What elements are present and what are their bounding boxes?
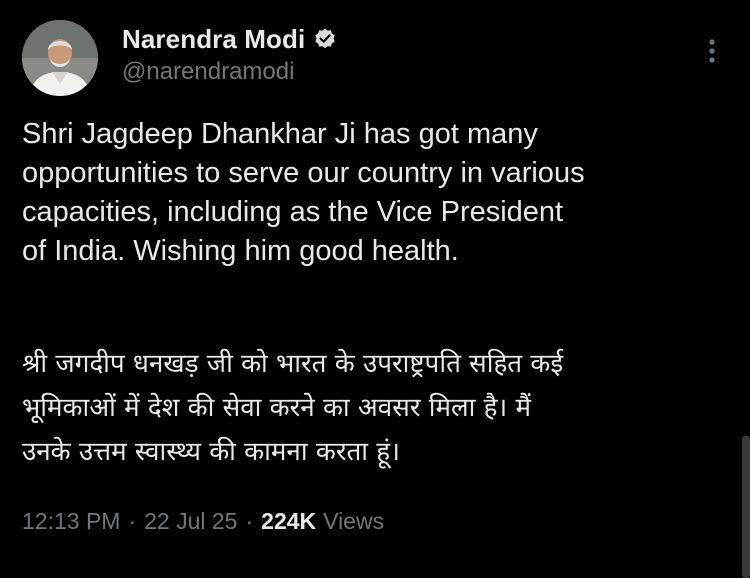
tweet-card: Narendra Modi @narendramodi Shri Jagdeep… (0, 0, 750, 578)
author-handle[interactable]: @narendramodi (122, 58, 294, 86)
tweet-metadata: 12:13 PM · 22 Jul 25 · 224K Views (22, 508, 384, 535)
author-display-name[interactable]: Narendra Modi (122, 24, 305, 55)
tweet-text-english: Shri Jagdeep Dhankhar Ji has got many op… (22, 118, 585, 267)
verified-badge-icon (313, 27, 337, 51)
meta-separator: · (245, 508, 254, 534)
tweet-date[interactable]: 22 Jul 25 (144, 508, 237, 535)
views-label: Views (323, 508, 385, 534)
tweet-time[interactable]: 12:13 PM (22, 508, 120, 535)
views-count[interactable]: 224K (261, 508, 316, 535)
meta-separator: · (128, 508, 137, 534)
more-options-icon[interactable] (700, 36, 724, 66)
author-name-row[interactable]: Narendra Modi (122, 22, 337, 56)
avatar[interactable] (22, 20, 98, 96)
tweet-text-hindi: श्री जगदीप धनखड़ जी को भारत के उपराष्ट्र… (22, 349, 564, 467)
scrollbar[interactable] (742, 436, 750, 578)
